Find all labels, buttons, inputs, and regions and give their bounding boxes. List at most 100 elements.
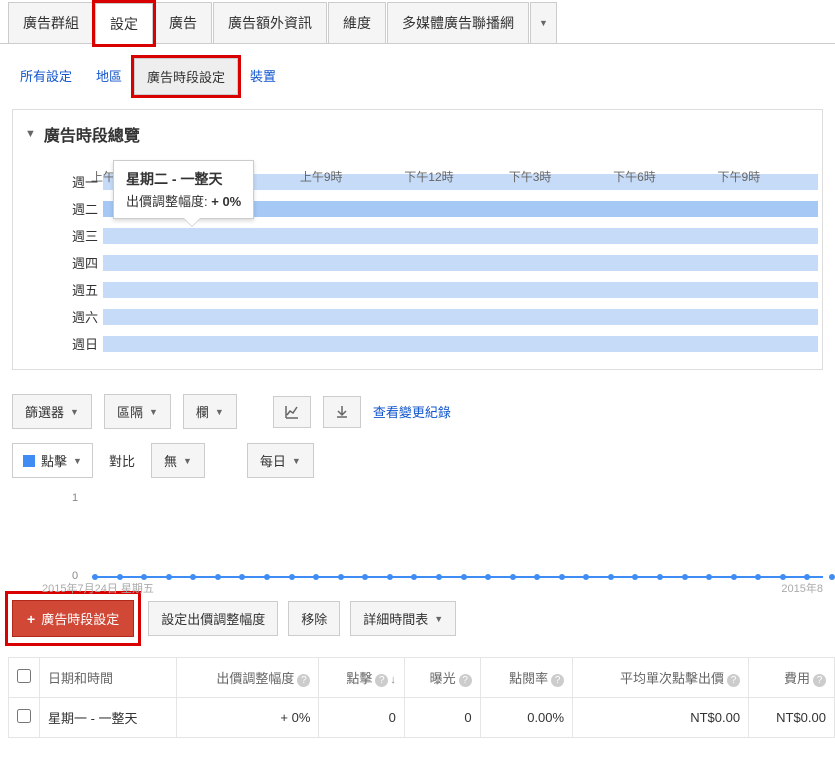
- remove-button[interactable]: 移除: [288, 601, 340, 636]
- schedule-table: 日期和時間 出價調整幅度? 點擊?↓ 曝光? 點閱率? 平均單次點擊出價? 費用…: [8, 657, 835, 738]
- metric-label: 點擊: [41, 451, 67, 470]
- line-chart: 1 0 2015年7月24日 星期五 2015年8: [12, 492, 823, 592]
- granularity-daily-button[interactable]: 每日▼: [247, 443, 314, 478]
- tooltip-title: 星期二 - 一整天: [126, 169, 241, 189]
- collapse-icon[interactable]: ▼: [25, 128, 36, 140]
- tab-ads[interactable]: 廣告: [154, 2, 212, 43]
- table-row: 星期一 - 一整天 + 0% 0 0 0.00% NT$0.00 NT$0.00: [9, 698, 835, 738]
- schedule-grid: 上午 上午6時 上午9時 下午12時 下午3時 下午6時 下午9時 星期二 - …: [13, 168, 822, 357]
- day-row-sat[interactable]: 週六: [103, 303, 822, 330]
- day-label: 週三: [58, 226, 98, 245]
- help-icon[interactable]: ?: [459, 674, 472, 687]
- tab-dimensions[interactable]: 維度: [328, 2, 386, 43]
- download-icon: [334, 404, 350, 420]
- subtab-device[interactable]: 裝置: [238, 58, 288, 95]
- time-label: 下午6時: [613, 168, 717, 185]
- col-avgcpc[interactable]: 平均單次點擊出價?: [573, 658, 749, 698]
- chart-line: [92, 576, 823, 578]
- day-label: 週五: [58, 280, 98, 299]
- panel-header: ▼ 廣告時段總覽: [13, 122, 822, 146]
- day-label: 週六: [58, 307, 98, 326]
- subtab-all-settings[interactable]: 所有設定: [8, 58, 84, 95]
- tab-more-dropdown[interactable]: ▼: [530, 2, 557, 43]
- time-label: 上午9時: [300, 168, 404, 185]
- col-datetime[interactable]: 日期和時間: [40, 658, 177, 698]
- cell-bidadj: + 0%: [176, 698, 319, 738]
- chevron-down-icon: ▼: [292, 456, 301, 466]
- day-row-sun[interactable]: 週日: [103, 330, 822, 357]
- col-ctr[interactable]: 點閱率?: [480, 658, 572, 698]
- chevron-down-icon: ▼: [73, 456, 82, 466]
- subtab-region[interactable]: 地區: [84, 58, 134, 95]
- col-cost[interactable]: 費用?: [749, 658, 835, 698]
- col-clicks[interactable]: 點擊?↓: [319, 658, 404, 698]
- day-row-thu[interactable]: 週四: [103, 249, 822, 276]
- day-label: 週日: [58, 334, 98, 353]
- detail-time-button[interactable]: 詳細時間表 ▼: [350, 601, 456, 636]
- compare-none-button[interactable]: 無▼: [151, 443, 205, 478]
- action-row: + 廣告時段設定 設定出價調整幅度 移除 詳細時間表 ▼: [0, 592, 835, 657]
- cell-avgcpc: NT$0.00: [573, 698, 749, 738]
- schedule-tooltip: 星期二 - 一整天 出價調整幅度: + 0%: [113, 160, 254, 219]
- tab-display-network[interactable]: 多媒體廣告聯播網: [387, 2, 529, 43]
- tab-settings[interactable]: 設定: [95, 3, 153, 44]
- cell-impr: 0: [404, 698, 480, 738]
- x-tick-start: 2015年7月24日 星期五: [42, 580, 154, 596]
- plus-icon: +: [27, 611, 35, 627]
- time-label: 下午9時: [718, 168, 822, 185]
- cell-clicks: 0: [319, 698, 404, 738]
- cell-ctr: 0.00%: [480, 698, 572, 738]
- chevron-down-icon: ▼: [434, 614, 443, 624]
- compare-label: 對比: [99, 444, 145, 477]
- col-bidadj[interactable]: 出價調整幅度?: [176, 658, 319, 698]
- columns-button[interactable]: 欄▼: [183, 394, 237, 429]
- help-icon[interactable]: ?: [375, 674, 388, 687]
- cell-cost: NT$0.00: [749, 698, 835, 738]
- select-all-checkbox[interactable]: [17, 669, 31, 683]
- tooltip-body: 出價調整幅度: + 0%: [126, 191, 241, 210]
- chevron-down-icon: ▼: [70, 407, 79, 417]
- col-impr[interactable]: 曝光?: [404, 658, 480, 698]
- cell-datetime: 星期一 - 一整天: [40, 698, 177, 738]
- download-button[interactable]: [323, 396, 361, 428]
- line-chart-icon: [284, 404, 300, 420]
- y-tick-1: 1: [72, 492, 78, 504]
- day-label: 週四: [58, 253, 98, 272]
- chevron-down-icon: ▼: [215, 407, 224, 417]
- day-label: 週二: [58, 199, 98, 218]
- sort-down-icon: ↓: [390, 674, 396, 686]
- sub-tabs: 所有設定 地區 廣告時段設定 裝置: [0, 44, 835, 109]
- add-schedule-button[interactable]: + 廣告時段設定: [12, 600, 134, 637]
- tooltip-prefix: 出價調整幅度:: [126, 194, 211, 209]
- metric-clicks-chip[interactable]: 點擊 ▼: [12, 443, 93, 478]
- chevron-down-icon: ▼: [149, 407, 158, 417]
- time-label: 下午12時: [404, 168, 508, 185]
- help-icon[interactable]: ?: [813, 674, 826, 687]
- metrics-row: 點擊 ▼ 對比 無▼ 每日▼: [0, 437, 835, 484]
- chart-toggle-button[interactable]: [273, 396, 311, 428]
- row-checkbox[interactable]: [17, 709, 31, 723]
- day-label: 週一: [58, 172, 98, 191]
- tab-extras[interactable]: 廣告額外資訊: [213, 2, 327, 43]
- table-header-row: 日期和時間 出價調整幅度? 點擊?↓ 曝光? 點閱率? 平均單次點擊出價? 費用…: [9, 658, 835, 698]
- segment-button[interactable]: 區隔▼: [104, 394, 171, 429]
- panel-title: 廣告時段總覽: [44, 122, 140, 146]
- day-row-wed[interactable]: 週三: [103, 222, 822, 249]
- set-bid-adj-button[interactable]: 設定出價調整幅度: [148, 601, 278, 636]
- subtab-schedule[interactable]: 廣告時段設定: [134, 58, 238, 95]
- chevron-down-icon: ▼: [183, 456, 192, 466]
- help-icon[interactable]: ?: [551, 674, 564, 687]
- chevron-down-icon: ▼: [539, 18, 548, 28]
- controls-row: 篩選器▼ 區隔▼ 欄▼ 查看變更紀錄: [0, 386, 835, 437]
- filter-button[interactable]: 篩選器▼: [12, 394, 92, 429]
- help-icon[interactable]: ?: [297, 674, 310, 687]
- x-tick-end: 2015年8: [781, 580, 823, 596]
- metric-color-square: [23, 455, 35, 467]
- time-label: 下午3時: [509, 168, 613, 185]
- tab-ad-groups[interactable]: 廣告群組: [8, 2, 94, 43]
- schedule-overview-panel: ▼ 廣告時段總覽 上午 上午6時 上午9時 下午12時 下午3時 下午6時 下午…: [12, 109, 823, 370]
- day-row-fri[interactable]: 週五: [103, 276, 822, 303]
- tooltip-value: + 0%: [211, 194, 241, 209]
- change-history-link[interactable]: 查看變更紀錄: [373, 402, 451, 421]
- help-icon[interactable]: ?: [727, 674, 740, 687]
